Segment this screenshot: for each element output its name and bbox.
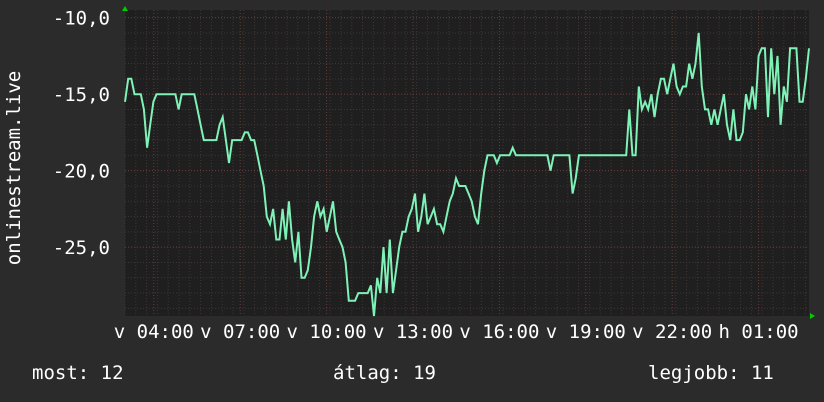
x-tick-label: v 22:00: [632, 321, 712, 343]
x-axis-arrow: [810, 313, 815, 319]
y-tick-label: -20,0: [53, 161, 110, 183]
x-tick-label: v 10:00: [287, 321, 367, 343]
x-tick-label: h 01:00: [719, 321, 799, 343]
x-tick-label: v 04:00: [114, 321, 194, 343]
y-tick-label: -10,0: [53, 8, 110, 30]
x-tick-label: v 16:00: [459, 321, 539, 343]
y-axis-ticks: -10,0 -15,0 -20,0 -25,0: [53, 8, 110, 259]
line-chart: -10,0 -15,0 -20,0 -25,0 v 04:00 v 07:00 v 10:…: [3, 6, 815, 343]
plot-area: [125, 10, 809, 316]
current-value: most: 12: [32, 362, 124, 384]
best-value: legjobb: 11: [648, 362, 774, 384]
x-axis-ticks: v 04:00 v 07:00 v 10:00 v 13:00 v 16:00 v 19:…: [114, 321, 799, 343]
x-tick-label: v 07:00: [200, 321, 280, 343]
side-label: onlinestream.live: [3, 71, 25, 265]
average-value: átlag: 19: [333, 362, 436, 384]
x-tick-label: v 13:00: [373, 321, 453, 343]
y-tick-label: -25,0: [53, 237, 110, 259]
x-tick-label: v 19:00: [546, 321, 626, 343]
y-tick-label: -15,0: [53, 84, 110, 106]
y-axis-arrow: [122, 6, 128, 11]
